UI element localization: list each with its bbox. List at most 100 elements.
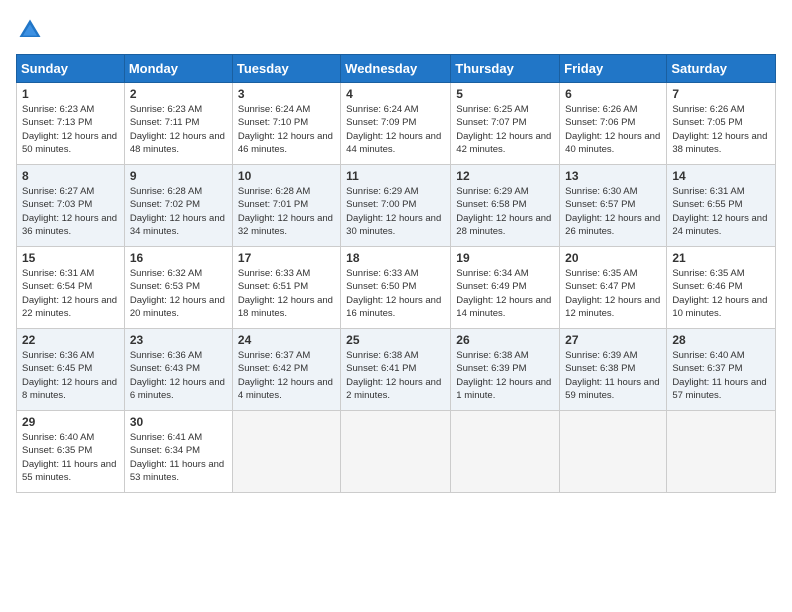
day-info: Sunrise: 6:27 AMSunset: 7:03 PMDaylight:… [22, 186, 117, 237]
day-info: Sunrise: 6:40 AMSunset: 6:37 PMDaylight:… [672, 350, 766, 401]
calendar-cell: 11 Sunrise: 6:29 AMSunset: 7:00 PMDaylig… [341, 165, 451, 247]
calendar-cell [451, 411, 560, 493]
day-number: 2 [130, 87, 227, 101]
day-info: Sunrise: 6:35 AMSunset: 6:46 PMDaylight:… [672, 268, 767, 319]
day-info: Sunrise: 6:31 AMSunset: 6:54 PMDaylight:… [22, 268, 117, 319]
day-info: Sunrise: 6:24 AMSunset: 7:10 PMDaylight:… [238, 104, 333, 155]
day-number: 22 [22, 333, 119, 347]
day-info: Sunrise: 6:38 AMSunset: 6:41 PMDaylight:… [346, 350, 441, 401]
day-number: 16 [130, 251, 227, 265]
day-number: 6 [565, 87, 661, 101]
day-info: Sunrise: 6:30 AMSunset: 6:57 PMDaylight:… [565, 186, 660, 237]
day-info: Sunrise: 6:37 AMSunset: 6:42 PMDaylight:… [238, 350, 333, 401]
calendar-week-row: 1 Sunrise: 6:23 AMSunset: 7:13 PMDayligh… [17, 83, 776, 165]
calendar-cell [560, 411, 667, 493]
day-number: 23 [130, 333, 227, 347]
calendar-header-row: SundayMondayTuesdayWednesdayThursdayFrid… [17, 55, 776, 83]
day-info: Sunrise: 6:33 AMSunset: 6:51 PMDaylight:… [238, 268, 333, 319]
calendar-cell: 13 Sunrise: 6:30 AMSunset: 6:57 PMDaylig… [560, 165, 667, 247]
day-info: Sunrise: 6:33 AMSunset: 6:50 PMDaylight:… [346, 268, 441, 319]
calendar-week-row: 22 Sunrise: 6:36 AMSunset: 6:45 PMDaylig… [17, 329, 776, 411]
day-number: 11 [346, 169, 445, 183]
day-number: 25 [346, 333, 445, 347]
day-number: 12 [456, 169, 554, 183]
calendar-cell: 24 Sunrise: 6:37 AMSunset: 6:42 PMDaylig… [232, 329, 340, 411]
day-number: 19 [456, 251, 554, 265]
calendar-week-row: 29 Sunrise: 6:40 AMSunset: 6:35 PMDaylig… [17, 411, 776, 493]
calendar-day-header: Tuesday [232, 55, 340, 83]
day-info: Sunrise: 6:40 AMSunset: 6:35 PMDaylight:… [22, 432, 116, 483]
calendar-cell [341, 411, 451, 493]
calendar-day-header: Sunday [17, 55, 125, 83]
calendar-cell: 21 Sunrise: 6:35 AMSunset: 6:46 PMDaylig… [667, 247, 776, 329]
day-info: Sunrise: 6:39 AMSunset: 6:38 PMDaylight:… [565, 350, 659, 401]
calendar-cell: 5 Sunrise: 6:25 AMSunset: 7:07 PMDayligh… [451, 83, 560, 165]
day-info: Sunrise: 6:36 AMSunset: 6:45 PMDaylight:… [22, 350, 117, 401]
calendar-cell: 1 Sunrise: 6:23 AMSunset: 7:13 PMDayligh… [17, 83, 125, 165]
day-number: 24 [238, 333, 335, 347]
calendar-week-row: 8 Sunrise: 6:27 AMSunset: 7:03 PMDayligh… [17, 165, 776, 247]
day-number: 15 [22, 251, 119, 265]
day-info: Sunrise: 6:32 AMSunset: 6:53 PMDaylight:… [130, 268, 225, 319]
day-info: Sunrise: 6:23 AMSunset: 7:11 PMDaylight:… [130, 104, 225, 155]
calendar-cell: 18 Sunrise: 6:33 AMSunset: 6:50 PMDaylig… [341, 247, 451, 329]
page: SundayMondayTuesdayWednesdayThursdayFrid… [0, 0, 792, 503]
day-info: Sunrise: 6:29 AMSunset: 6:58 PMDaylight:… [456, 186, 551, 237]
calendar-cell: 20 Sunrise: 6:35 AMSunset: 6:47 PMDaylig… [560, 247, 667, 329]
day-number: 18 [346, 251, 445, 265]
calendar-cell: 9 Sunrise: 6:28 AMSunset: 7:02 PMDayligh… [124, 165, 232, 247]
day-info: Sunrise: 6:28 AMSunset: 7:01 PMDaylight:… [238, 186, 333, 237]
day-info: Sunrise: 6:23 AMSunset: 7:13 PMDaylight:… [22, 104, 117, 155]
calendar-cell: 4 Sunrise: 6:24 AMSunset: 7:09 PMDayligh… [341, 83, 451, 165]
calendar-cell [232, 411, 340, 493]
calendar-cell: 17 Sunrise: 6:33 AMSunset: 6:51 PMDaylig… [232, 247, 340, 329]
day-number: 28 [672, 333, 770, 347]
calendar-cell: 12 Sunrise: 6:29 AMSunset: 6:58 PMDaylig… [451, 165, 560, 247]
day-info: Sunrise: 6:28 AMSunset: 7:02 PMDaylight:… [130, 186, 225, 237]
calendar-cell: 2 Sunrise: 6:23 AMSunset: 7:11 PMDayligh… [124, 83, 232, 165]
calendar-cell: 25 Sunrise: 6:38 AMSunset: 6:41 PMDaylig… [341, 329, 451, 411]
day-info: Sunrise: 6:24 AMSunset: 7:09 PMDaylight:… [346, 104, 441, 155]
day-number: 17 [238, 251, 335, 265]
day-number: 9 [130, 169, 227, 183]
day-number: 7 [672, 87, 770, 101]
calendar-cell: 22 Sunrise: 6:36 AMSunset: 6:45 PMDaylig… [17, 329, 125, 411]
day-info: Sunrise: 6:34 AMSunset: 6:49 PMDaylight:… [456, 268, 551, 319]
calendar-cell: 23 Sunrise: 6:36 AMSunset: 6:43 PMDaylig… [124, 329, 232, 411]
day-number: 5 [456, 87, 554, 101]
calendar-day-header: Wednesday [341, 55, 451, 83]
day-info: Sunrise: 6:35 AMSunset: 6:47 PMDaylight:… [565, 268, 660, 319]
calendar-cell [667, 411, 776, 493]
calendar-cell: 8 Sunrise: 6:27 AMSunset: 7:03 PMDayligh… [17, 165, 125, 247]
day-number: 8 [22, 169, 119, 183]
calendar-cell: 7 Sunrise: 6:26 AMSunset: 7:05 PMDayligh… [667, 83, 776, 165]
logo [16, 16, 48, 44]
header [16, 16, 776, 44]
calendar-cell: 27 Sunrise: 6:39 AMSunset: 6:38 PMDaylig… [560, 329, 667, 411]
day-number: 13 [565, 169, 661, 183]
day-info: Sunrise: 6:41 AMSunset: 6:34 PMDaylight:… [130, 432, 224, 483]
calendar-cell: 14 Sunrise: 6:31 AMSunset: 6:55 PMDaylig… [667, 165, 776, 247]
calendar-cell: 28 Sunrise: 6:40 AMSunset: 6:37 PMDaylig… [667, 329, 776, 411]
calendar-day-header: Thursday [451, 55, 560, 83]
day-number: 10 [238, 169, 335, 183]
day-info: Sunrise: 6:29 AMSunset: 7:00 PMDaylight:… [346, 186, 441, 237]
day-number: 1 [22, 87, 119, 101]
calendar-cell: 16 Sunrise: 6:32 AMSunset: 6:53 PMDaylig… [124, 247, 232, 329]
day-number: 27 [565, 333, 661, 347]
day-number: 14 [672, 169, 770, 183]
day-number: 3 [238, 87, 335, 101]
day-number: 4 [346, 87, 445, 101]
day-info: Sunrise: 6:31 AMSunset: 6:55 PMDaylight:… [672, 186, 767, 237]
day-info: Sunrise: 6:26 AMSunset: 7:05 PMDaylight:… [672, 104, 767, 155]
calendar-day-header: Monday [124, 55, 232, 83]
calendar-cell: 10 Sunrise: 6:28 AMSunset: 7:01 PMDaylig… [232, 165, 340, 247]
calendar-table: SundayMondayTuesdayWednesdayThursdayFrid… [16, 54, 776, 493]
calendar-cell: 19 Sunrise: 6:34 AMSunset: 6:49 PMDaylig… [451, 247, 560, 329]
day-info: Sunrise: 6:25 AMSunset: 7:07 PMDaylight:… [456, 104, 551, 155]
calendar-cell: 30 Sunrise: 6:41 AMSunset: 6:34 PMDaylig… [124, 411, 232, 493]
day-number: 20 [565, 251, 661, 265]
calendar-cell: 29 Sunrise: 6:40 AMSunset: 6:35 PMDaylig… [17, 411, 125, 493]
calendar-day-header: Saturday [667, 55, 776, 83]
calendar-cell: 26 Sunrise: 6:38 AMSunset: 6:39 PMDaylig… [451, 329, 560, 411]
